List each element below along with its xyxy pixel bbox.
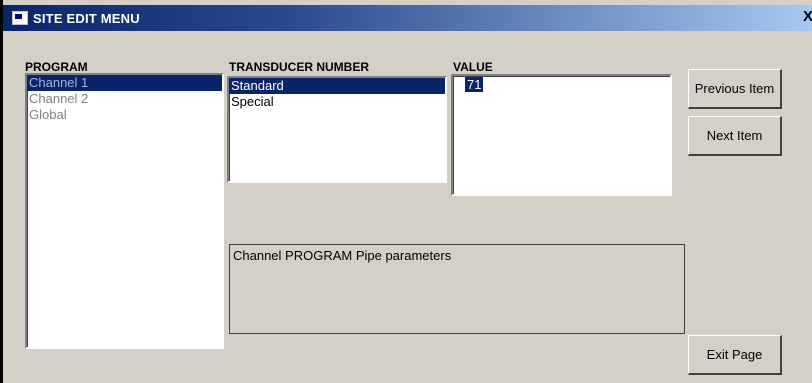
transducer-label: TRANSDUCER NUMBER <box>229 60 369 74</box>
close-button[interactable]: X <box>801 8 812 26</box>
description-panel: Channel PROGRAM Pipe parameters <box>229 244 685 334</box>
exit-page-button[interactable]: Exit Page <box>688 335 782 375</box>
program-item-global[interactable]: Global <box>27 107 222 123</box>
transducer-listbox[interactable]: Standard Special <box>227 76 447 183</box>
program-item-channel-1[interactable]: Channel 1 <box>27 75 222 91</box>
next-item-button[interactable]: Next Item <box>688 116 782 156</box>
window-icon <box>12 11 28 25</box>
value-box[interactable]: 71 <box>451 74 672 196</box>
value-current[interactable]: 71 <box>465 77 484 92</box>
transducer-item-standard[interactable]: Standard <box>229 78 445 94</box>
site-edit-window: SITE EDIT MENU X PROGRAM Channel 1 Chann… <box>0 0 812 383</box>
program-label: PROGRAM <box>25 60 88 74</box>
program-item-channel-2[interactable]: Channel 2 <box>27 91 222 107</box>
previous-item-button[interactable]: Previous Item <box>688 69 782 109</box>
program-listbox[interactable]: Channel 1 Channel 2 Global <box>25 73 224 349</box>
transducer-item-special[interactable]: Special <box>229 94 445 110</box>
window-title: SITE EDIT MENU <box>33 10 140 26</box>
description-text: Channel PROGRAM Pipe parameters <box>233 248 452 263</box>
value-label: VALUE <box>453 60 493 74</box>
title-bar: SITE EDIT MENU X <box>3 5 812 31</box>
